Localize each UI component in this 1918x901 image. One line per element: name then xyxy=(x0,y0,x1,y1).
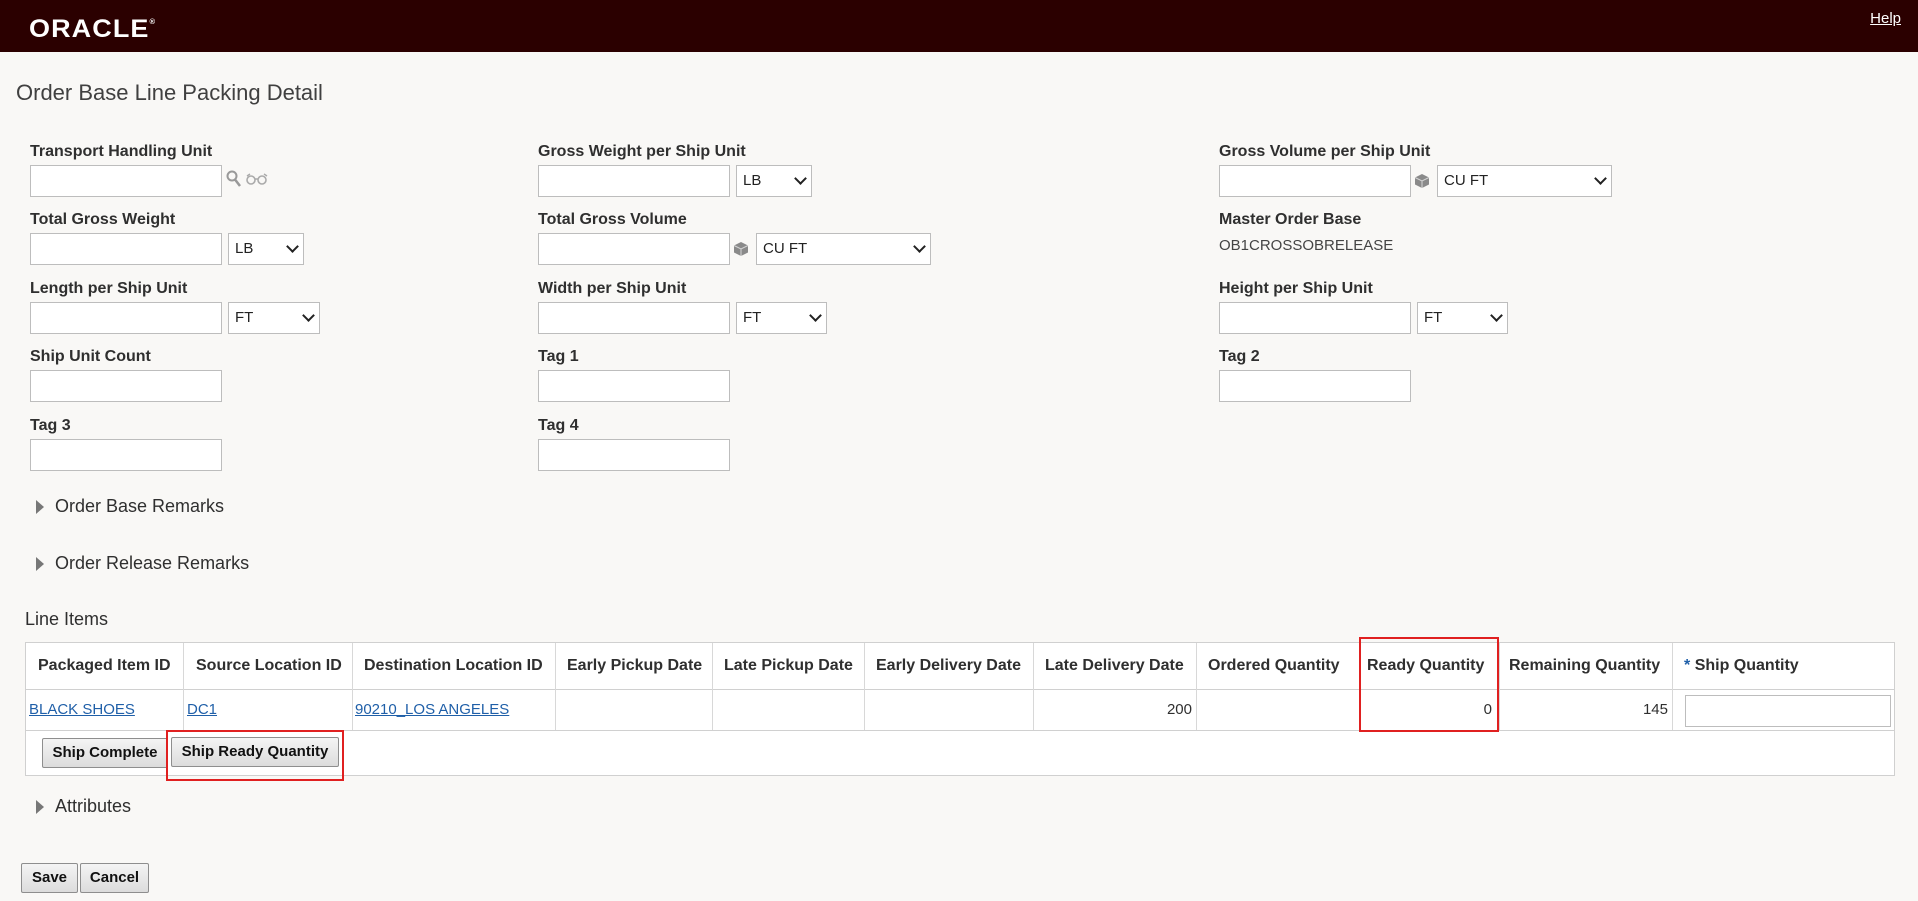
col-header-early-pickup-date[interactable]: Early Pickup Date xyxy=(559,643,702,689)
transport-handling-unit-label: Transport Handling Unit xyxy=(30,143,213,160)
page-title: Order Base Line Packing Detail xyxy=(16,80,323,105)
tag4-label: Tag 4 xyxy=(538,417,579,434)
col-header-destination-location-id[interactable]: Destination Location ID xyxy=(356,643,543,689)
tag2-input[interactable] xyxy=(1219,370,1411,402)
ship-unit-count-input[interactable] xyxy=(30,370,222,402)
top-bar: ORACLE® Help xyxy=(0,0,1918,52)
view-details-icon[interactable] xyxy=(246,173,268,185)
ship-ready-quantity-highlight xyxy=(166,730,344,781)
search-icon[interactable] xyxy=(226,170,242,188)
length-per-ship-unit-input[interactable] xyxy=(30,302,222,334)
total-gross-volume-label: Total Gross Volume xyxy=(538,211,687,228)
gross-weight-per-ship-unit-label: Gross Weight per Ship Unit xyxy=(538,143,746,160)
tag3-input[interactable] xyxy=(30,439,222,471)
required-indicator: * xyxy=(1684,657,1691,674)
total-gross-volume-uom-select[interactable]: CU FT xyxy=(756,233,931,265)
oracle-logo: ORACLE® xyxy=(29,15,157,43)
master-order-base-label: Master Order Base xyxy=(1219,211,1362,228)
master-order-base-value: OB1CROSSOBRELEASE xyxy=(1219,237,1394,254)
save-button[interactable]: Save xyxy=(21,863,78,893)
attributes-title: Attributes xyxy=(55,796,132,816)
gross-weight-per-ship-unit-input[interactable] xyxy=(538,165,730,197)
cube-icon[interactable] xyxy=(733,241,749,257)
tag2-label: Tag 2 xyxy=(1219,348,1260,365)
height-per-ship-unit-input[interactable] xyxy=(1219,302,1411,334)
height-per-ship-unit-label: Height per Ship Unit xyxy=(1219,280,1373,297)
col-header-ordered-quantity[interactable]: Ordered Quantity xyxy=(1200,643,1340,689)
table-row: BLACK SHOES xyxy=(29,690,135,730)
ship-complete-button[interactable]: Ship Complete xyxy=(42,738,168,768)
ordered-quantity-cell: 200 xyxy=(1166,701,1192,718)
help-link[interactable]: Help xyxy=(1870,10,1901,27)
total-gross-weight-input[interactable] xyxy=(30,233,222,265)
ready-quantity-highlight xyxy=(1359,637,1499,732)
width-per-ship-unit-label: Width per Ship Unit xyxy=(538,280,687,297)
gross-volume-uom-select[interactable]: CU FT xyxy=(1437,165,1612,197)
width-uom-select[interactable]: FT xyxy=(736,302,827,334)
gross-weight-uom-select[interactable]: LB xyxy=(736,165,812,197)
order-release-remarks-title: Order Release Remarks xyxy=(55,553,250,573)
gross-volume-per-ship-unit-input[interactable] xyxy=(1219,165,1411,197)
length-uom-select[interactable]: FT xyxy=(228,302,320,334)
packaged-item-id-link[interactable]: BLACK SHOES xyxy=(29,701,135,718)
width-per-ship-unit-input[interactable] xyxy=(538,302,730,334)
length-per-ship-unit-label: Length per Ship Unit xyxy=(30,280,188,297)
expand-triangle-icon xyxy=(36,557,44,571)
col-header-ship-quantity[interactable]: * Ship Quantity xyxy=(1676,643,1799,689)
ship-unit-count-label: Ship Unit Count xyxy=(30,348,151,365)
expand-triangle-icon xyxy=(36,800,44,814)
source-location-link[interactable]: DC1 xyxy=(187,701,217,718)
total-gross-weight-label: Total Gross Weight xyxy=(30,211,176,228)
tag4-input[interactable] xyxy=(538,439,730,471)
gross-volume-per-ship-unit-label: Gross Volume per Ship Unit xyxy=(1219,143,1431,160)
expand-triangle-icon xyxy=(36,500,44,514)
ship-quantity-input[interactable] xyxy=(1685,695,1891,727)
transport-handling-unit-input[interactable] xyxy=(30,165,222,197)
tag1-label: Tag 1 xyxy=(538,348,579,365)
col-header-late-pickup-date[interactable]: Late Pickup Date xyxy=(716,643,853,689)
cube-icon[interactable] xyxy=(1414,173,1430,189)
col-header-packaged-item-id[interactable]: Packaged Item ID xyxy=(30,643,171,689)
remaining-quantity-cell: 145 xyxy=(1642,701,1668,718)
total-gross-volume-input[interactable] xyxy=(538,233,730,265)
col-header-early-delivery-date[interactable]: Early Delivery Date xyxy=(868,643,1021,689)
total-gross-weight-uom-select[interactable]: LB xyxy=(228,233,304,265)
col-header-remaining-quantity[interactable]: Remaining Quantity xyxy=(1501,643,1660,689)
col-header-late-delivery-date[interactable]: Late Delivery Date xyxy=(1037,643,1184,689)
order-base-remarks-title: Order Base Remarks xyxy=(55,496,225,516)
destination-location-link[interactable]: 90210_LOS ANGELES xyxy=(355,701,509,718)
tag3-label: Tag 3 xyxy=(30,417,71,434)
col-header-source-location-id[interactable]: Source Location ID xyxy=(188,643,342,689)
tag1-input[interactable] xyxy=(538,370,730,402)
height-uom-select[interactable]: FT xyxy=(1417,302,1508,334)
line-items-title: Line Items xyxy=(25,609,109,629)
cancel-button[interactable]: Cancel xyxy=(80,863,149,893)
